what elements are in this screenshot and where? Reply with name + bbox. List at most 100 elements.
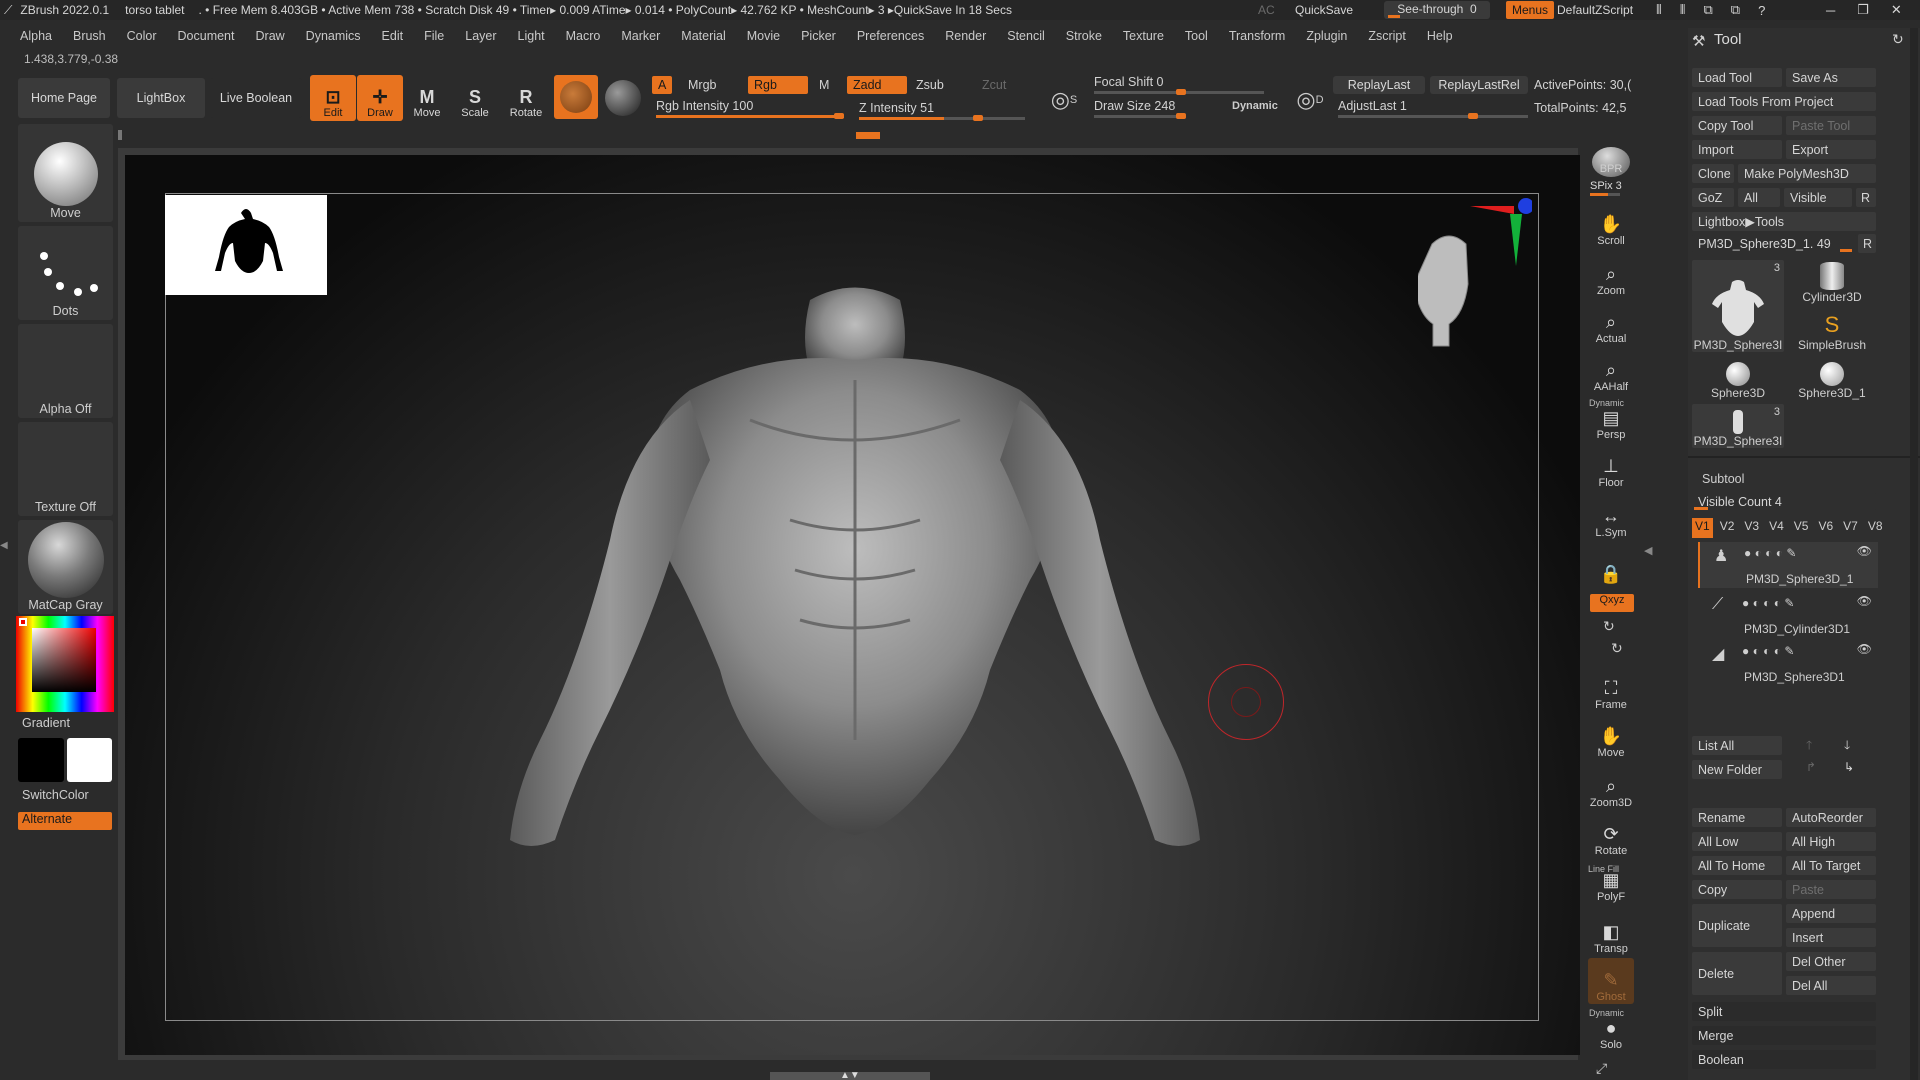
rgb-intensity-slider[interactable] <box>656 113 844 119</box>
menu-stroke[interactable]: Stroke <box>1066 29 1102 43</box>
tab-v8[interactable]: V8 <box>1865 518 1886 538</box>
subtool-header[interactable]: Subtool <box>1702 472 1744 486</box>
menu-render[interactable]: Render <box>945 29 986 43</box>
subtool-item[interactable]: ◢ ● ◐ ◐ ◐ ✎ 👁 PM3D_Sphere3D1 <box>1698 640 1878 686</box>
dynamic-toggle[interactable]: Dynamic <box>1232 100 1278 112</box>
lightbox-button[interactable]: LightBox <box>117 78 205 118</box>
goz-r-button[interactable]: R <box>1856 188 1876 207</box>
arrow-down-icon[interactable]: 🡓 <box>1844 736 1850 757</box>
mrgb-toggle[interactable]: Mrgb <box>688 78 716 92</box>
menu-transform[interactable]: Transform <box>1229 29 1286 43</box>
texture-selector[interactable]: Texture Off <box>18 422 113 516</box>
alpha-selector[interactable]: Alpha Off <box>18 324 113 418</box>
scale-mode-button[interactable]: S Scale <box>452 75 498 121</box>
stroke-selector[interactable]: Dots <box>18 226 113 320</box>
copy-tool-button[interactable]: Copy Tool <box>1692 116 1782 135</box>
adjust-last-slider[interactable] <box>1338 113 1528 119</box>
move3d-button[interactable]: ✋ Move <box>1588 714 1634 760</box>
menu-picker[interactable]: Picker <box>801 29 836 43</box>
menu-edit[interactable]: Edit <box>382 29 404 43</box>
tool-thumb-pm3d-sphere-2[interactable]: 3 PM3D_Sphere3I <box>1692 404 1784 448</box>
lock-button[interactable]: 🔒 <box>1588 540 1634 586</box>
subtool-toggles[interactable]: ● ◐ ◐ ◐ ✎ <box>1744 546 1796 560</box>
aahalf-button[interactable]: ⌕ AAHalf <box>1588 348 1634 394</box>
autoreorder-button[interactable]: AutoReorder <box>1786 808 1876 827</box>
del-all-button[interactable]: Del All <box>1786 976 1876 995</box>
subtool-item[interactable]: ♟ ● ◐ ◐ ◐ ✎ 👁 PM3D_Sphere3D_1 <box>1698 542 1878 588</box>
all-to-home-button[interactable]: All To Home <box>1692 856 1782 875</box>
goz-all-button[interactable]: All <box>1738 188 1780 207</box>
menu-help[interactable]: Help <box>1427 29 1453 43</box>
rgb-toggle[interactable]: Rgb <box>748 76 808 94</box>
alternate-toggle[interactable]: Alternate <box>18 812 112 830</box>
del-other-button[interactable]: Del Other <box>1786 952 1876 971</box>
replay-last-rel-button[interactable]: ReplayLastRel <box>1430 76 1528 94</box>
move-up-folder-icon[interactable]: ↱ <box>1806 760 1816 774</box>
move-down-folder-icon[interactable]: ↳ <box>1844 760 1854 774</box>
rotate-mode-button[interactable]: R Rotate <box>503 75 549 121</box>
draw-mode-button[interactable]: ✛ Draw <box>357 75 403 121</box>
layout-icon-1[interactable]: ⦀ <box>1656 2 1662 18</box>
tab-v2[interactable]: V2 <box>1717 518 1738 538</box>
tool-thumb-sphere3d[interactable]: Sphere3D <box>1692 356 1784 400</box>
bpr-button[interactable]: BPR <box>1588 130 1634 177</box>
a-toggle[interactable]: A <box>652 76 673 94</box>
menu-layer[interactable]: Layer <box>465 29 496 43</box>
right-tray-toggle-icon[interactable]: ◀ <box>1644 544 1652 557</box>
menu-file[interactable]: File <box>424 29 444 43</box>
z-intensity-slider[interactable] <box>859 115 1025 121</box>
all-high-button[interactable]: All High <box>1786 832 1876 851</box>
list-all-button[interactable]: List All <box>1692 736 1782 755</box>
secondary-color-swatch[interactable] <box>67 738 112 782</box>
help-icon[interactable]: ? <box>1758 3 1765 18</box>
zoom3d-button[interactable]: ⌕ Zoom3D <box>1588 764 1634 810</box>
replay-last-button[interactable]: ReplayLast <box>1333 76 1425 94</box>
see-through-slider[interactable]: See-through 0 <box>1384 1 1490 19</box>
spix-slider[interactable]: SPix 3 <box>1590 180 1622 196</box>
tab-v4[interactable]: V4 <box>1766 518 1787 538</box>
tool-thumb-sphere3d-1[interactable]: Sphere3D_1 <box>1788 356 1876 400</box>
m-toggle[interactable]: M <box>819 78 829 92</box>
zoom-button[interactable]: ⌕ Zoom <box>1588 252 1634 298</box>
color-picker[interactable] <box>16 616 114 712</box>
bottom-tray-arrow-icon[interactable]: ▲▼ <box>840 1070 860 1080</box>
polyf-button[interactable]: ▦ PolyF <box>1588 858 1634 904</box>
menu-document[interactable]: Document <box>178 29 235 43</box>
move-mode-button[interactable]: M Move <box>404 75 450 121</box>
goz-visible-button[interactable]: Visible <box>1784 188 1852 207</box>
split-section[interactable]: Split <box>1692 1002 1876 1021</box>
paste-subtool-button[interactable]: Paste <box>1786 880 1876 899</box>
focal-shift-slider[interactable] <box>1094 89 1264 95</box>
menu-dynamics[interactable]: Dynamics <box>306 29 361 43</box>
boolean-section[interactable]: Boolean <box>1692 1050 1876 1069</box>
rotate3d-button[interactable]: ⟳ Rotate <box>1588 812 1634 858</box>
eye-icon[interactable]: 👁 <box>1857 594 1872 608</box>
layout-icon-4[interactable]: ⧉ <box>1731 2 1740 18</box>
eye-icon[interactable]: 👁 <box>1857 544 1872 558</box>
timeline-strip[interactable] <box>118 130 1578 140</box>
edit-mode-button[interactable]: ⊡ Edit <box>310 75 356 121</box>
tab-v1[interactable]: V1 <box>1692 518 1713 538</box>
switch-color-button[interactable]: SwitchColor <box>22 788 89 802</box>
menu-draw[interactable]: Draw <box>256 29 285 43</box>
xpose-icon[interactable]: ⤢ <box>1596 1060 1607 1077</box>
default-zscript[interactable]: DefaultZScript <box>1557 3 1633 17</box>
all-to-target-button[interactable]: All To Target <box>1786 856 1876 875</box>
subtool-toggles[interactable]: ● ◐ ◐ ◐ ✎ <box>1742 644 1794 658</box>
tool-thumb-simplebrush[interactable]: S SimpleBrush <box>1788 308 1876 352</box>
close-icon[interactable]: ✕ <box>1891 2 1902 18</box>
menu-brush[interactable]: Brush <box>73 29 106 43</box>
zsub-toggle[interactable]: Zsub <box>916 78 944 92</box>
ghost-button[interactable]: ✎ Ghost <box>1588 958 1634 1004</box>
current-tool-r-button[interactable]: R <box>1858 234 1876 253</box>
goz-button[interactable]: GoZ <box>1692 188 1734 207</box>
brush-selector[interactable]: Move <box>18 124 113 222</box>
menus-toggle[interactable]: Menus <box>1506 1 1555 19</box>
texture-sphere-icon[interactable] <box>605 80 641 116</box>
solo-button[interactable]: ● Solo <box>1588 1006 1634 1052</box>
menu-zscript[interactable]: Zscript <box>1368 29 1406 43</box>
frame-button[interactable]: ⛶ Frame <box>1588 666 1634 712</box>
layout-icon-3[interactable]: ⧉ <box>1703 2 1712 18</box>
persp-button[interactable]: ▤ Persp <box>1588 396 1634 442</box>
lsym-button[interactable]: ↔ L.Sym <box>1588 494 1634 540</box>
